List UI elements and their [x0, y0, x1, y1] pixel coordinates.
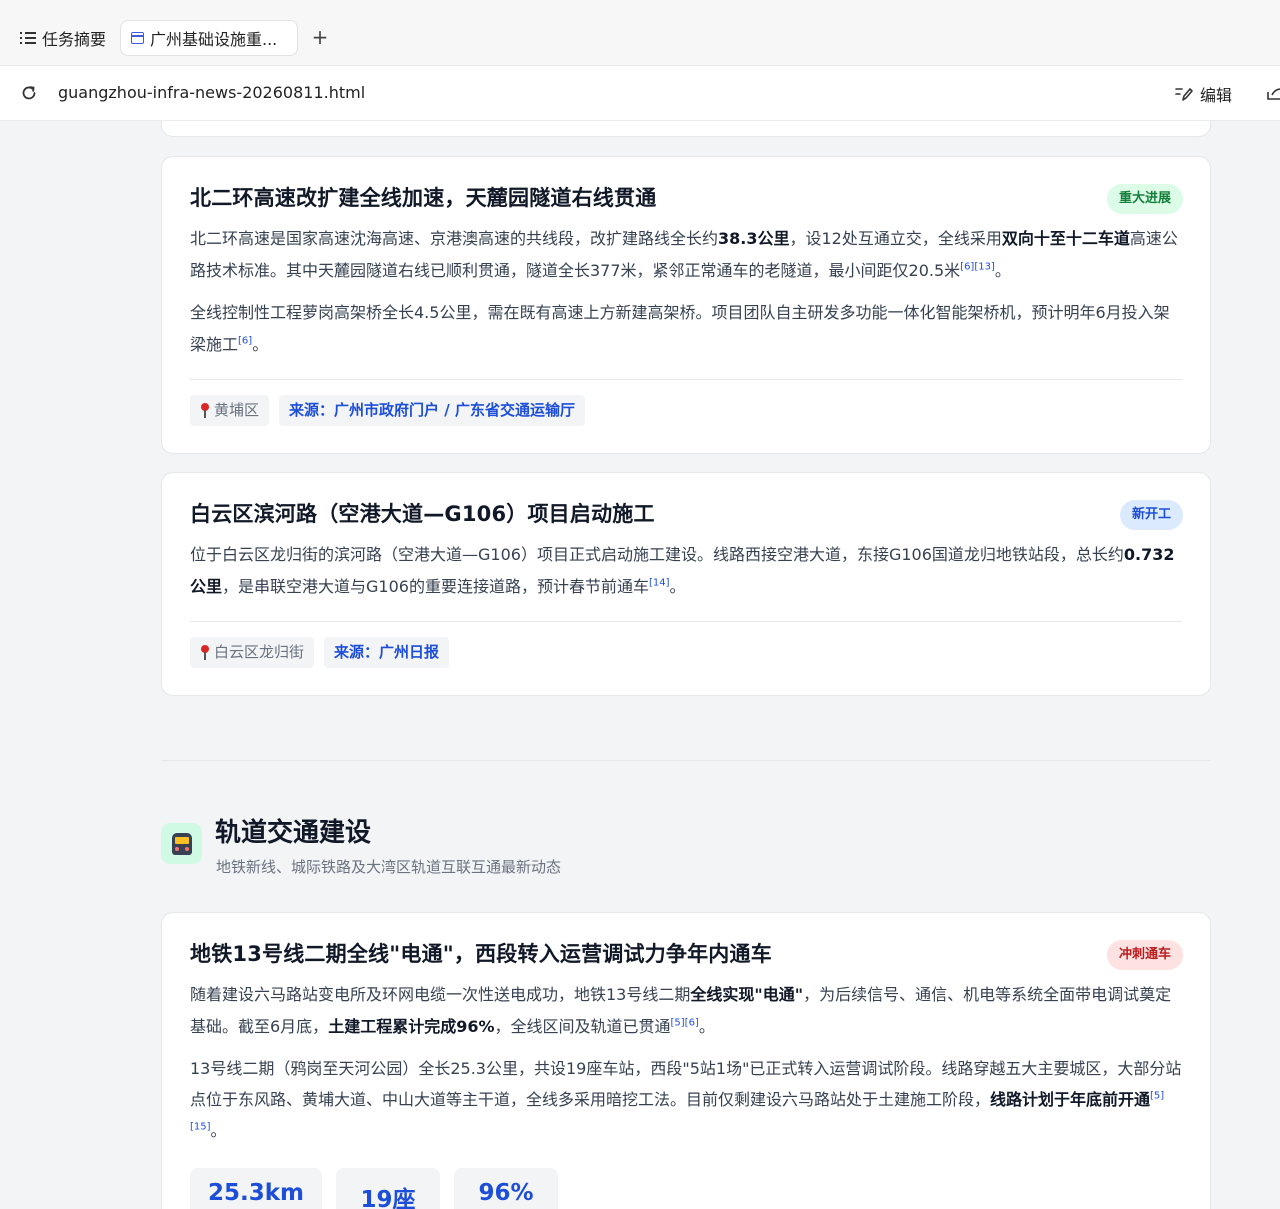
- stat-length: 25.3km: [190, 1168, 323, 1209]
- citation-link[interactable]: [14]: [649, 578, 670, 589]
- text: ，设12处互通立交，全线采用: [789, 229, 1002, 248]
- stat-stations: 19座: [336, 1168, 441, 1209]
- news-card: 白云区滨河路（空港大道—G106）项目启动施工 新开工 位于白云区龙归街的滨河路…: [161, 472, 1211, 696]
- highlight: 线路计划于年底前开通: [990, 1090, 1151, 1109]
- pin-icon: [200, 644, 210, 661]
- page-content: 北二环高速改扩建全线加速，天麓园隧道右线贯通 重大进展 北二环高速是国家高速沈海…: [0, 121, 1280, 1209]
- text: 全线控制性工程萝岗高架桥全长4.5公里，需在既有高速上方新建高架桥。项目团队自主…: [190, 303, 1170, 354]
- card-tags: 白云区龙归街 来源：广州日报: [190, 622, 1182, 695]
- section-icon-box: [161, 823, 202, 864]
- task-summary-button[interactable]: 任务摘要: [14, 20, 112, 56]
- tab-label: 广州基础设施重...: [150, 30, 278, 49]
- highlight: 双向十至十二车道: [1001, 229, 1130, 248]
- text: 北二环高速是国家高速沈海高速、京港澳高速的共线段，改扩建路线全长约: [190, 229, 719, 248]
- news-card: 北二环高速改扩建全线加速，天麓园隧道右线贯通 重大进展 北二环高速是国家高速沈海…: [161, 156, 1211, 454]
- edit-label: 编辑: [1200, 86, 1233, 105]
- section-divider: [161, 760, 1211, 761]
- text: 。: [698, 1017, 715, 1036]
- tab-bar: 任务摘要 广州基础设施重... +: [0, 0, 1280, 66]
- task-summary-label: 任务摘要: [42, 30, 107, 49]
- address-bar: guangzhou-infra-news-20260811.html 编辑: [0, 66, 1280, 121]
- card-title: 北二环高速改扩建全线加速，天麓园隧道右线贯通: [190, 186, 657, 210]
- text: 。: [210, 1121, 227, 1140]
- stats-row: 25.3km 19座 96%: [190, 1168, 1182, 1209]
- status-badge: 新开工: [1119, 500, 1183, 530]
- url-text[interactable]: guangzhou-infra-news-20260811.html: [58, 83, 365, 102]
- text: 随着建设六马路站变电所及环网电缆一次性送电成功，地铁13号线二期: [190, 985, 691, 1004]
- citation-link[interactable]: [6][13]: [960, 262, 995, 273]
- browser-page-icon: [131, 32, 144, 44]
- card-paragraph: 随着建设六马路站变电所及环网电缆一次性送电成功，地铁13号线二期全线实现"电通"…: [190, 979, 1182, 1043]
- list-icon: [20, 31, 36, 45]
- source-tag[interactable]: 来源：广州日报: [324, 637, 450, 668]
- highlight: 全线实现"电通": [690, 985, 804, 1004]
- section-title: 轨道交通建设: [215, 818, 372, 848]
- source-tag[interactable]: 来源：广州市政府门户 / 广东省交通运输厅: [279, 395, 585, 426]
- text: 。: [669, 577, 686, 596]
- card-paragraph: 位于白云区龙归街的滨河路（空港大道—G106）项目正式启动施工建设。线路西接空港…: [190, 539, 1182, 603]
- reload-icon[interactable]: [20, 84, 38, 102]
- citation-link[interactable]: [5][6]: [671, 1018, 699, 1029]
- text: 。: [252, 335, 269, 354]
- edit-button[interactable]: 编辑: [1174, 82, 1232, 106]
- highlight: 38.3公里: [718, 229, 790, 248]
- pin-icon: [200, 402, 210, 419]
- previous-card: [161, 121, 1211, 137]
- text: ，全线区间及轨道已贯通: [494, 1017, 671, 1036]
- news-card: 地铁13号线二期全线"电通"，西段转入运营调试力争年内通车 冲刺通车 随着建设六…: [161, 912, 1211, 1209]
- card-paragraph: 北二环高速是国家高速沈海高速、京港澳高速的共线段，改扩建路线全长约38.3公里，…: [190, 223, 1182, 287]
- tab-active[interactable]: 广州基础设施重...: [120, 20, 298, 56]
- location-label: 黄埔区: [214, 401, 260, 419]
- citation-link[interactable]: [6]: [238, 336, 252, 347]
- add-tab-button[interactable]: +: [310, 26, 330, 48]
- card-title: 白云区滨河路（空港大道—G106）项目启动施工: [190, 502, 655, 526]
- status-badge: 冲刺通车: [1106, 940, 1183, 970]
- card-paragraph: 13号线二期（鸦岗至天河公园）全长25.3公里，共设19座车站，西段"5站1场"…: [190, 1053, 1182, 1146]
- card-title: 地铁13号线二期全线"电通"，西段转入运营调试力争年内通车: [190, 942, 772, 966]
- tram-icon: [171, 832, 192, 855]
- card-paragraph: 全线控制性工程萝岗高架桥全长4.5公里，需在既有高速上方新建高架桥。项目团队自主…: [190, 297, 1182, 361]
- location-tag: 白云区龙归街: [190, 637, 315, 668]
- location-tag: 黄埔区: [190, 395, 270, 426]
- status-badge: 重大进展: [1106, 184, 1183, 214]
- text: 。: [994, 261, 1011, 280]
- share-icon[interactable]: [1266, 84, 1280, 102]
- card-tags: 黄埔区 来源：广州市政府门户 / 广东省交通运输厅: [190, 380, 1182, 453]
- stat-progress: 96%: [454, 1168, 559, 1209]
- highlight: 土建工程累计完成96%: [328, 1017, 495, 1036]
- section-subtitle: 地铁新线、城际铁路及大湾区轨道互联互通最新动态: [216, 858, 562, 876]
- location-label: 白云区龙归街: [214, 643, 305, 661]
- text: 位于白云区龙归街的滨河路（空港大道—G106）项目正式启动施工建设。线路西接空港…: [190, 545, 1124, 564]
- edit-icon: [1175, 88, 1193, 101]
- text: ，是串联空港大道与G106的重要连接道路，预计春节前通车: [222, 577, 649, 596]
